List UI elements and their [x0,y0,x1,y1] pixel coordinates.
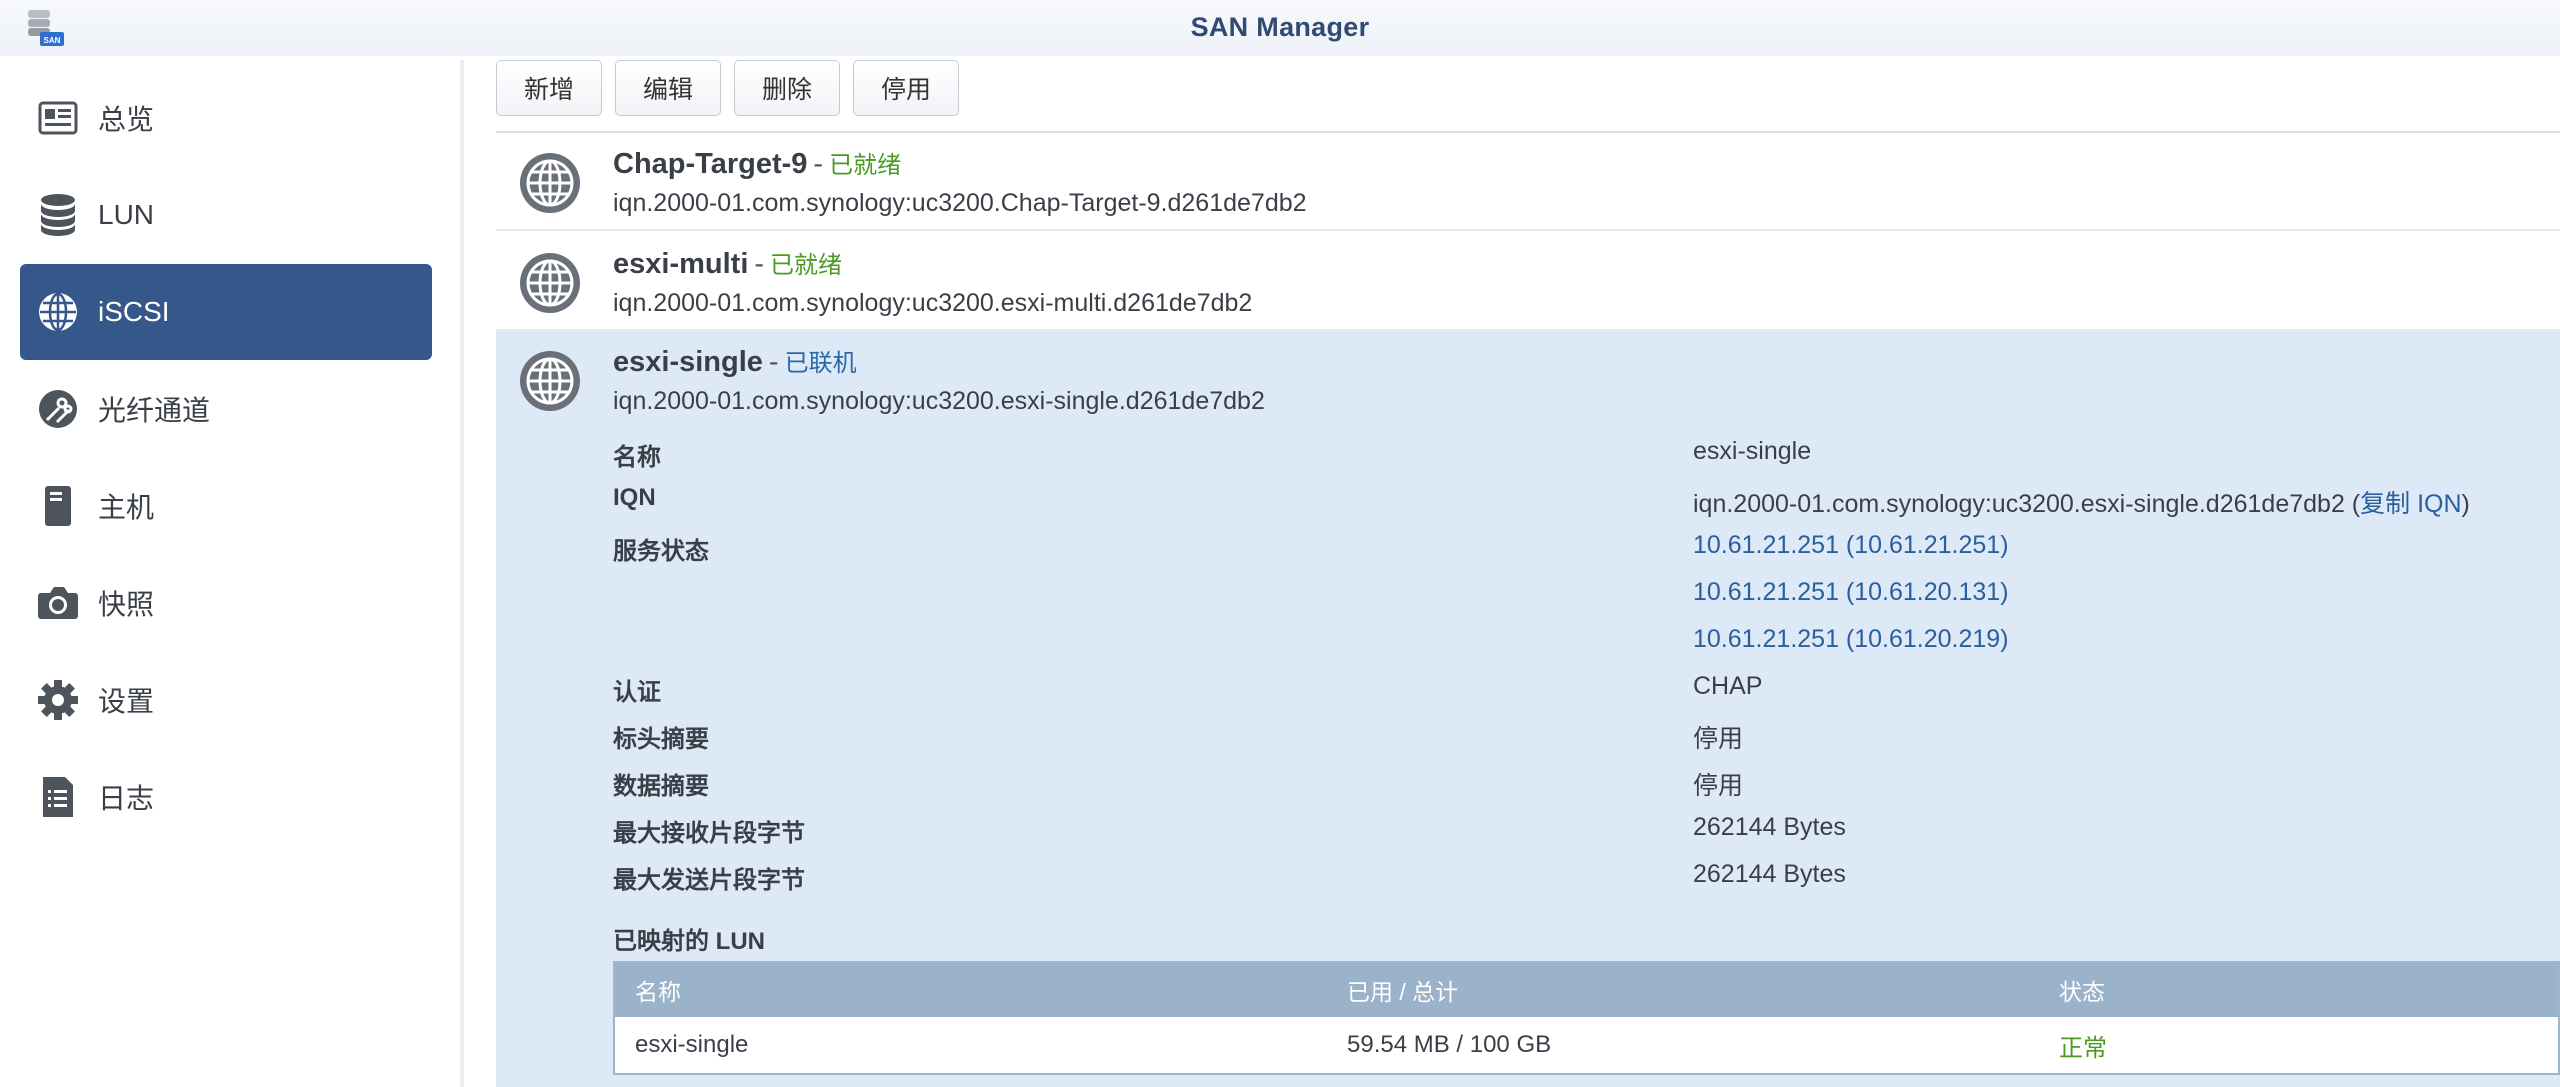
globe-icon [520,351,580,411]
globe-icon [36,290,80,334]
target-name: esxi-multi [613,248,749,280]
globe-icon [520,253,580,313]
target-name: esxi-single [613,346,763,378]
data-digest-label: 数据摘要 [613,773,709,800]
table-row[interactable]: esxi-single 59.54 MB / 100 GB 正常 [615,1017,2558,1073]
copy-iqn-open-paren: ( [2351,490,2361,518]
service-status-value: 10.61.21.251 (10.61.20.131) [1693,578,2009,606]
target-row-esxi-multi[interactable]: esxi-multi - 已就绪 iqn.2000-01.com.synology:… [496,233,2560,331]
max-recv-label: 最大接收片段字节 [613,820,805,847]
auth-label: 认证 [613,679,661,706]
server-tower-icon [36,484,80,528]
fibre-channel-icon [36,387,80,431]
sidebar-item-snapshot[interactable]: 快照 [20,555,432,651]
sidebar-item-overview[interactable]: 总览 [20,70,432,166]
copy-iqn-link[interactable]: 复制 IQN [2360,490,2461,518]
lun-status-cell: 正常 [2059,1034,2107,1062]
database-stack-icon [36,193,80,237]
title-bar: SAN SAN Manager [0,0,2560,56]
service-status-value: 10.61.21.251 (10.61.21.251) [1693,531,2009,559]
target-title: esxi-single - 已联机 [613,343,857,379]
service-status-label: 服务状态 [613,538,709,565]
target-iqn: iqn.2000-01.com.synology:uc3200.esxi-mul… [613,289,1253,317]
sidebar-item-label: iSCSI [98,296,170,327]
target-iqn: iqn.2000-01.com.synology:uc3200.Chap-Tar… [613,189,1307,217]
sidebar-item-fibre-channel[interactable]: 光纤通道 [20,361,432,457]
sidebar-item-label: 总览 [98,104,155,135]
sidebar-divider [460,60,464,1087]
header-digest-label: 标头摘要 [613,726,709,753]
log-list-icon [36,775,80,819]
max-recv-value: 262144 Bytes [1693,813,1846,841]
sidebar-item-host[interactable]: 主机 [20,458,432,554]
target-iqn: iqn.2000-01.com.synology:uc3200.esxi-sin… [613,387,1265,415]
edit-button[interactable]: 编辑 [615,60,722,116]
sidebar-item-label: 日志 [98,783,155,814]
lun-name-cell: esxi-single [635,1031,749,1058]
disable-button[interactable]: 停用 [853,60,960,116]
mapped-lun-title: 已映射的 LUN [613,928,765,955]
target-row-chap-target-9[interactable]: Chap-Target-9- 已就绪 iqn.2000-01.com.synolo… [496,133,2560,231]
data-digest-value: 停用 [1693,772,1744,800]
column-header-status[interactable]: 状态 [2059,963,2105,1017]
status-badge: 已联机 [784,350,857,377]
iqn-value: iqn.2000-01.com.synology:uc3200.esxi-sin… [1693,490,2345,518]
header-digest-value: 停用 [1693,725,1744,753]
sidebar-item-iscsi[interactable]: iSCSI [20,264,432,360]
target-row-esxi-single[interactable]: esxi-single - 已联机 iqn.2000-01.com.synology… [496,331,2560,1087]
sidebar-item-lun[interactable]: LUN [20,167,432,263]
gear-icon [36,678,80,722]
globe-icon [520,153,580,213]
name-label: 名称 [613,444,661,471]
separator: - [754,248,765,280]
lun-usage-cell: 59.54 MB / 100 GB [1347,1031,1552,1058]
mapped-lun-table: 名称 已用 / 总计 状态 esxi-single 59.54 MB / 100… [613,961,2560,1075]
copy-iqn-close-paren: ) [2461,490,2470,518]
max-send-label: 最大发送片段字节 [613,867,805,894]
add-button[interactable]: 新增 [496,60,603,116]
separator: - [813,148,824,180]
delete-button[interactable]: 删除 [734,60,841,116]
camera-icon [36,581,80,625]
sidebar-item-label: 主机 [98,492,155,523]
target-name: Chap-Target-9 [613,148,808,180]
column-header-name[interactable]: 名称 [635,963,681,1017]
sidebar-item-settings[interactable]: 设置 [20,652,432,748]
iqn-label: IQN [613,484,656,511]
sidebar-item-label: 光纤通道 [98,395,211,426]
name-value: esxi-single [1693,437,1812,465]
sidebar-item-log[interactable]: 日志 [20,749,432,845]
iqn-value-row: iqn.2000-01.com.synology:uc3200.esxi-sin… [1693,484,2470,520]
sidebar: 总览 LUN iSCSI 光纤通道 主机 快照 设置 日志 [0,56,460,1087]
sidebar-item-label: 设置 [98,686,155,717]
max-send-value: 262144 Bytes [1693,860,1846,888]
status-badge: 已就绪 [829,152,902,179]
column-header-usage[interactable]: 已用 / 总计 [1347,963,1458,1017]
service-status-value: 10.61.21.251 (10.61.20.219) [1693,625,2009,653]
sidebar-item-label: 快照 [98,589,155,620]
overview-card-icon [36,96,80,140]
sidebar-item-label: LUN [98,199,155,230]
target-title: Chap-Target-9- 已就绪 [613,145,901,181]
toolbar: 新增 编辑 删除 停用 [496,60,960,116]
status-badge: 已就绪 [770,252,843,279]
auth-value: CHAP [1693,672,1763,700]
table-header: 名称 已用 / 总计 状态 [615,963,2558,1017]
separator: - [768,346,779,378]
target-title: esxi-multi - 已就绪 [613,245,842,281]
window-title: SAN Manager [1190,12,1370,42]
